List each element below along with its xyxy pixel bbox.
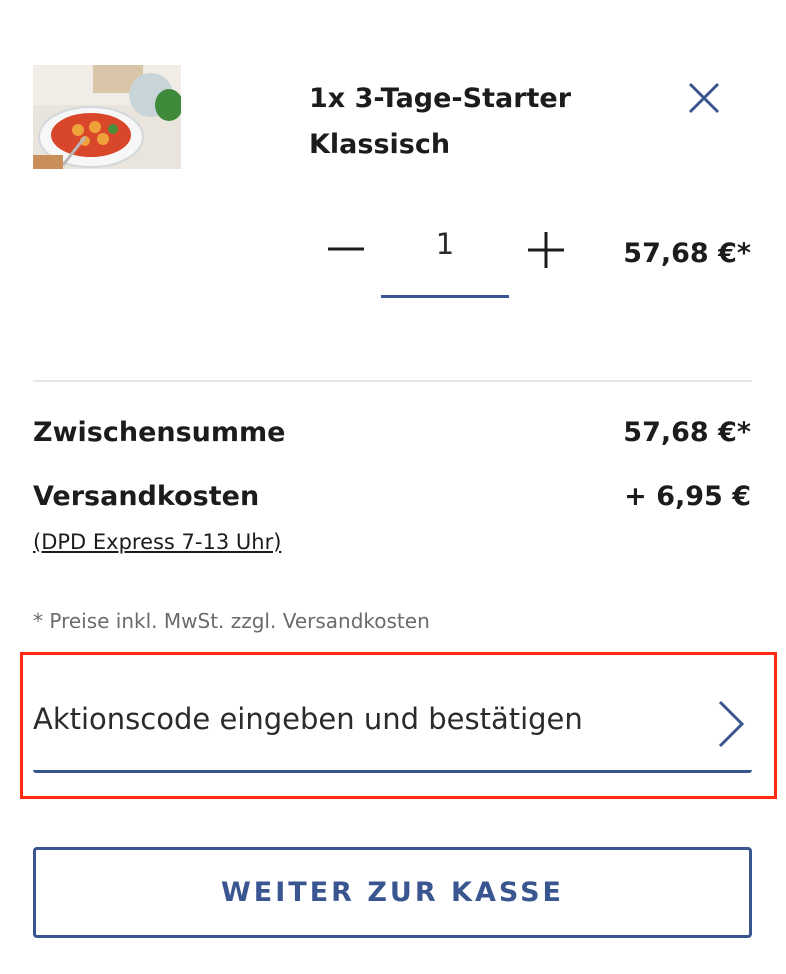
- product-title-line1: 1x 3-Tage-Starter: [309, 83, 572, 114]
- product-image: [33, 65, 181, 169]
- plus-icon: [528, 232, 564, 268]
- promo-code-placeholder: Aktionscode eingeben und bestätigen: [33, 702, 583, 736]
- subtotal-label: Zwischensumme: [33, 417, 286, 448]
- checkout-button[interactable]: WEITER ZUR KASSE: [33, 847, 752, 938]
- remove-item-button[interactable]: [684, 78, 724, 118]
- chevron-right-icon: [718, 700, 745, 748]
- product-title-line2: Klassisch: [309, 129, 451, 160]
- price-note: * Preise inkl. MwSt. zzgl. Versandkosten: [33, 609, 430, 633]
- increase-quantity-button[interactable]: [520, 224, 572, 276]
- product-title: 1x 3-Tage-Starter Klassisch: [309, 76, 609, 168]
- subtotal-value: 57,68 €*: [623, 417, 751, 448]
- quantity-input[interactable]: [381, 218, 509, 298]
- shipping-label: Versandkosten: [33, 481, 260, 512]
- shipping-method-link[interactable]: (DPD Express 7-13 Uhr): [33, 530, 281, 554]
- minus-icon: [328, 247, 364, 251]
- decrease-quantity-button[interactable]: [322, 224, 370, 272]
- shipping-value: + 6,95 €: [624, 481, 751, 512]
- divider: [33, 380, 752, 382]
- promo-submit-button[interactable]: [714, 698, 746, 750]
- item-price: 57,68 €*: [623, 238, 751, 269]
- promo-code-field[interactable]: Aktionscode eingeben und bestätigen: [33, 680, 752, 773]
- close-icon: [688, 82, 720, 114]
